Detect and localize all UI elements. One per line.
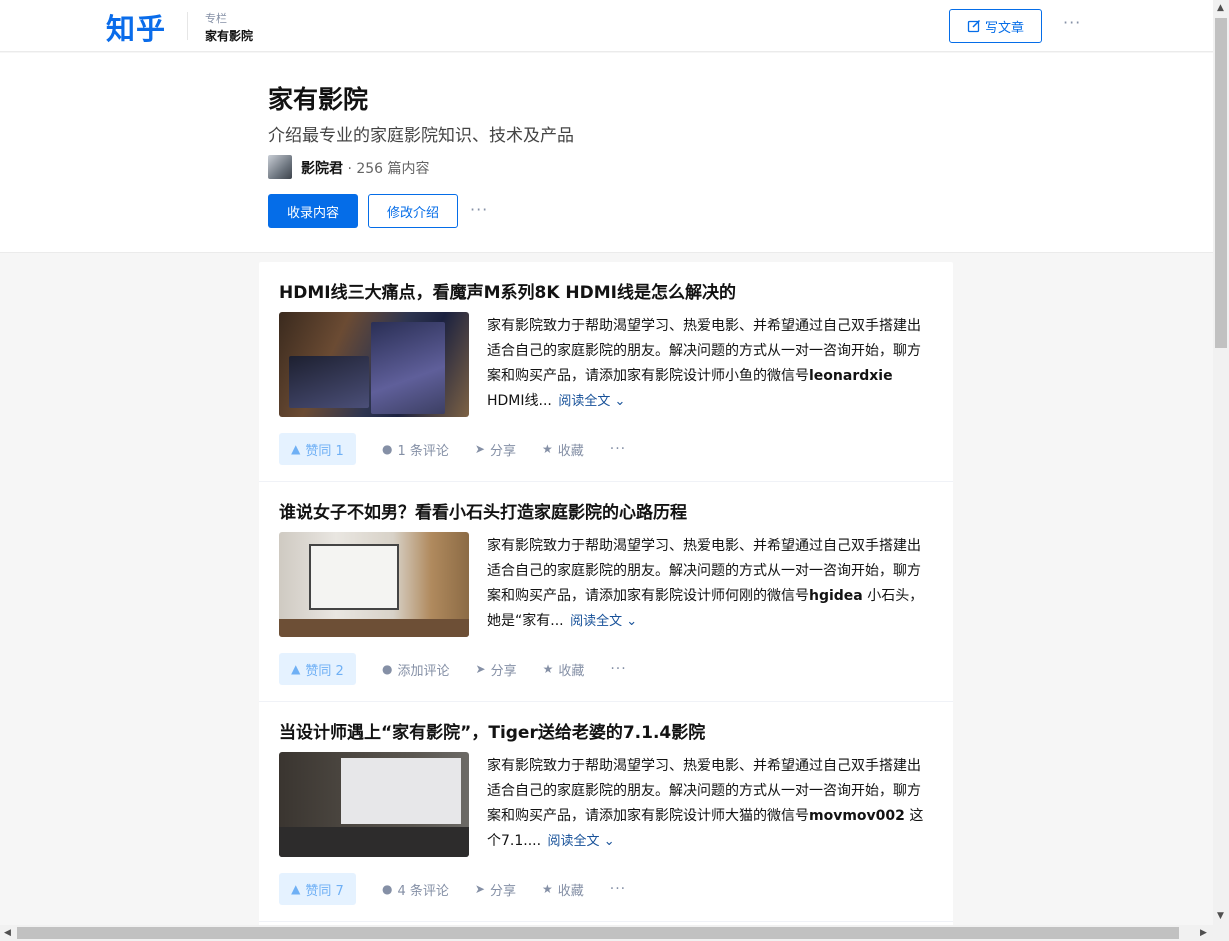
edit-icon (967, 19, 981, 33)
comment-button[interactable]: ● 4 条评论 (382, 880, 449, 899)
article-actions: ▲ 赞同 7 ● 4 条评论 ➤ 分享 ★ 收藏 ··· (279, 872, 626, 906)
comment-icon: ● (382, 662, 393, 676)
article-thumbnail[interactable] (279, 532, 469, 637)
favorite-button[interactable]: ★ 收藏 (543, 660, 585, 679)
article-more-icon[interactable]: ··· (610, 661, 626, 677)
article-excerpt[interactable]: 家有影院致力于帮助渴望学习、热爱电影、并希望通过自己双手搭建出适合自己的家庭影院… (487, 534, 933, 634)
chevron-down-icon: ⌄ (626, 614, 638, 629)
more-options-icon[interactable]: ··· (1063, 13, 1081, 32)
favorite-label: 收藏 (558, 663, 585, 679)
paper-plane-icon: ➤ (475, 662, 486, 676)
article-card: HDMI线三大痛点，看魔声M系列8K HDMI线是怎么解决的 家有影院致力于帮助… (259, 262, 953, 482)
read-more-link[interactable]: 阅读全文 ⌄ (548, 834, 615, 849)
read-more-label: 阅读全文 (558, 394, 611, 409)
article-excerpt[interactable]: 家有影院致力于帮助渴望学习、热爱电影、并希望通过自己双手搭建出适合自己的家庭影院… (487, 314, 933, 414)
upvote-button[interactable]: ▲ 赞同 1 (279, 433, 356, 465)
share-label: 分享 (489, 443, 516, 459)
comment-icon: ● (382, 882, 393, 896)
article-title[interactable]: HDMI线三大痛点，看魔声M系列8K HDMI线是怎么解决的 (279, 278, 736, 303)
breadcrumb-column-label[interactable]: 专栏 (205, 10, 227, 26)
upvote-label: 赞同 2 (305, 663, 344, 679)
author-name[interactable]: 影院君 (301, 161, 343, 177)
favorite-button[interactable]: ★ 收藏 (542, 880, 584, 899)
scroll-right-arrow-icon[interactable]: ▶ (1200, 928, 1207, 938)
triangle-up-icon: ▲ (291, 882, 301, 896)
excerpt-wechat-id: movmov002 (809, 808, 905, 824)
triangle-up-icon: ▲ (291, 442, 301, 456)
column-description: 介绍最专业的家庭影院知识、技术及产品 (268, 126, 574, 146)
paper-plane-icon: ➤ (474, 882, 485, 896)
star-icon: ★ (542, 662, 554, 676)
breadcrumb-column-title[interactable]: 家有影院 (205, 27, 253, 44)
share-label: 分享 (490, 663, 517, 679)
excerpt-wechat-id: leonardxie (809, 368, 893, 384)
column-title: 家有影院 (268, 85, 369, 114)
star-icon: ★ (541, 882, 553, 896)
header-divider (187, 12, 188, 40)
write-article-button[interactable]: 写文章 (949, 9, 1042, 43)
collect-content-button[interactable]: 收录内容 (268, 194, 358, 228)
triangle-up-icon: ▲ (291, 662, 301, 676)
article-title[interactable]: 当设计师遇上“家有影院”，Tiger送给老婆的7.1.4影院 (279, 718, 705, 743)
article-actions: ▲ 赞同 1 ● 1 条评论 ➤ 分享 ★ 收藏 ··· (279, 432, 626, 466)
read-more-link[interactable]: 阅读全文 ⌄ (570, 614, 637, 629)
scroll-left-arrow-icon[interactable]: ◀ (4, 928, 11, 938)
favorite-button[interactable]: ★ 收藏 (542, 440, 584, 459)
read-more-label: 阅读全文 (570, 614, 623, 629)
avatar[interactable] (268, 155, 292, 179)
excerpt-wechat-id: hgidea (809, 588, 863, 604)
favorite-label: 收藏 (557, 443, 584, 459)
comment-label: 1 条评论 (397, 443, 449, 459)
upvote-label: 赞同 1 (305, 443, 344, 459)
vertical-scrollbar-thumb[interactable] (1215, 18, 1227, 348)
article-more-icon[interactable]: ··· (610, 441, 626, 457)
write-article-label: 写文章 (984, 20, 1024, 36)
read-more-label: 阅读全文 (547, 834, 600, 849)
comment-button[interactable]: ● 添加评论 (382, 660, 450, 679)
column-more-icon[interactable]: ··· (470, 200, 488, 219)
comment-label: 4 条评论 (397, 883, 449, 899)
chevron-down-icon: ⌄ (614, 394, 626, 409)
chevron-down-icon: ⌄ (603, 834, 615, 849)
article-feed: HDMI线三大痛点，看魔声M系列8K HDMI线是怎么解决的 家有影院致力于帮助… (259, 262, 953, 927)
excerpt-tail: HDMI线... (487, 393, 552, 409)
article-count: · 256 篇内容 (343, 161, 430, 177)
comment-button[interactable]: ● 1 条评论 (382, 440, 449, 459)
article-thumbnail[interactable] (279, 312, 469, 417)
article-thumbnail[interactable] (279, 752, 469, 857)
favorite-label: 收藏 (557, 883, 584, 899)
share-button[interactable]: ➤ 分享 (476, 660, 517, 679)
zhihu-logo[interactable]: 知乎 (106, 6, 166, 48)
comment-icon: ● (382, 442, 393, 456)
comment-label: 添加评论 (397, 663, 450, 679)
scroll-down-arrow-icon[interactable]: ▼ (1217, 911, 1224, 921)
share-button[interactable]: ➤ 分享 (475, 440, 516, 459)
article-title[interactable]: 谁说女子不如男？看看小石头打造家庭影院的心路历程 (279, 498, 687, 523)
share-label: 分享 (489, 883, 516, 899)
star-icon: ★ (541, 442, 553, 456)
scroll-up-arrow-icon[interactable]: ▲ (1217, 3, 1224, 13)
upvote-button[interactable]: ▲ 赞同 2 (279, 653, 356, 685)
horizontal-scrollbar-thumb[interactable] (17, 927, 1179, 939)
share-button[interactable]: ➤ 分享 (475, 880, 516, 899)
top-bar: 知乎 专栏 家有影院 写文章 ··· (0, 0, 1213, 52)
article-card: 谁说女子不如男？看看小石头打造家庭影院的心路历程 家有影院致力于帮助渴望学习、热… (259, 482, 953, 702)
paper-plane-icon: ➤ (474, 442, 485, 456)
author-line: 影院君 · 256 篇内容 (301, 158, 430, 178)
article-actions: ▲ 赞同 2 ● 添加评论 ➤ 分享 ★ 收藏 ··· (279, 652, 627, 686)
article-more-icon[interactable]: ··· (610, 881, 626, 897)
upvote-label: 赞同 7 (305, 883, 344, 899)
upvote-button[interactable]: ▲ 赞同 7 (279, 873, 356, 905)
read-more-link[interactable]: 阅读全文 ⌄ (558, 394, 625, 409)
edit-intro-button[interactable]: 修改介绍 (368, 194, 458, 228)
article-card: 当设计师遇上“家有影院”，Tiger送给老婆的7.1.4影院 家有影院致力于帮助… (259, 702, 953, 922)
column-header: 家有影院 介绍最专业的家庭影院知识、技术及产品 影院君 · 256 篇内容 收录… (0, 53, 1213, 253)
article-excerpt[interactable]: 家有影院致力于帮助渴望学习、热爱电影、并希望通过自己双手搭建出适合自己的家庭影院… (487, 754, 933, 854)
